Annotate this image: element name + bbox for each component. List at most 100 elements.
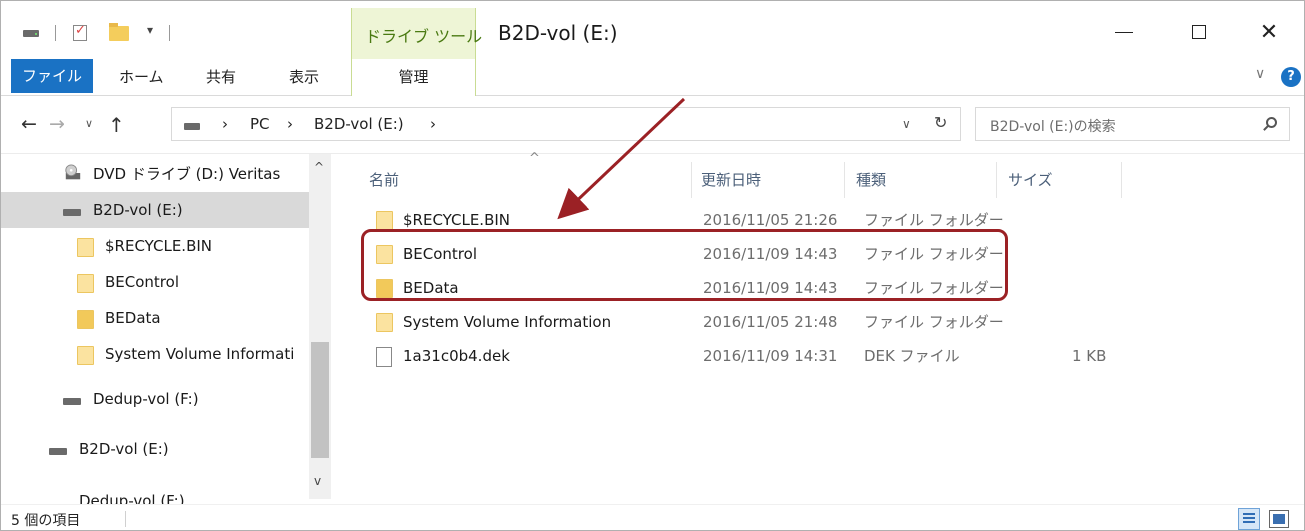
- tab-file[interactable]: ファイル: [11, 59, 93, 93]
- tab-home[interactable]: ホーム: [119, 59, 164, 95]
- separator: [125, 511, 126, 527]
- details-view-icon[interactable]: [1238, 508, 1260, 530]
- nav-item-label: $RECYCLE.BIN: [105, 237, 213, 255]
- table-row[interactable]: System Volume Information 2016/11/05 21:…: [356, 305, 1004, 339]
- column-divider[interactable]: [844, 162, 845, 198]
- tab-manage[interactable]: 管理: [351, 59, 476, 96]
- folder-icon: [77, 274, 94, 293]
- status-bar: 5 個の項目: [1, 504, 1304, 530]
- maximize-button[interactable]: [1176, 15, 1222, 49]
- properties-icon[interactable]: [73, 23, 87, 41]
- column-divider[interactable]: [1121, 162, 1122, 198]
- item-count: 5 個の項目: [11, 513, 81, 529]
- address-bar[interactable]: › PC › B2D-vol (E:) › ∨ ↻: [171, 107, 961, 141]
- column-divider[interactable]: [691, 162, 692, 198]
- tab-view[interactable]: 表示: [289, 59, 319, 95]
- nav-item-label: BEControl: [105, 273, 179, 291]
- navigation-pane: DVD ドライブ (D:) Veritas B2D-vol (E:) $RECY…: [1, 154, 331, 504]
- tab-share[interactable]: 共有: [206, 59, 236, 95]
- nav-item-label: Dedup-vol (F:): [93, 390, 199, 408]
- close-icon: ✕: [1259, 19, 1279, 45]
- nav-item-label: DVD ドライブ (D:) Veritas: [93, 165, 281, 183]
- column-header-type[interactable]: 種類: [856, 162, 886, 198]
- customize-quick-access-icon[interactable]: ▾: [147, 23, 153, 37]
- breadcrumb-separator[interactable]: ›: [430, 115, 436, 133]
- search-placeholder: B2D-vol (E:)の検索: [990, 119, 1116, 135]
- nav-item-b2d-vol-network[interactable]: B2D-vol (E:): [1, 431, 309, 467]
- maximize-icon: [1192, 25, 1206, 39]
- column-header-date[interactable]: 更新日時: [701, 162, 761, 198]
- nav-item-recycle-bin[interactable]: $RECYCLE.BIN: [1, 228, 309, 264]
- folder-icon: [77, 238, 94, 257]
- close-button[interactable]: ✕: [1246, 15, 1292, 49]
- drive-icon: [63, 398, 81, 405]
- window-title: B2D-vol (E:): [498, 21, 618, 45]
- nav-item-dedup-vol-network[interactable]: Dedup-vol (F:): [1, 481, 309, 504]
- up-arrow-icon[interactable]: ↑: [108, 113, 125, 137]
- scroll-thumb[interactable]: [311, 342, 329, 458]
- drive-tools-label: ドライブ ツール: [365, 27, 483, 46]
- table-row[interactable]: 1a31c0b4.dek 2016/11/09 14:31 DEK ファイル 1…: [356, 339, 1106, 373]
- column-header-name[interactable]: 名前: [369, 162, 399, 198]
- sort-ascending-icon: ^: [529, 151, 540, 166]
- scroll-up-icon[interactable]: ^: [314, 160, 324, 174]
- help-icon[interactable]: ?: [1281, 67, 1301, 87]
- nav-item-label: System Volume Informati: [105, 345, 295, 363]
- nav-item-dvd-drive[interactable]: DVD ドライブ (D:) Veritas: [1, 156, 309, 192]
- drive-icon: [63, 209, 81, 216]
- minimize-button[interactable]: [1101, 15, 1147, 49]
- drive-icon[interactable]: [23, 30, 39, 37]
- dvd-drive-icon: [65, 164, 81, 180]
- nav-item-label: B2D-vol (E:): [93, 201, 183, 219]
- file-icon: [376, 347, 392, 367]
- breadcrumb-pc[interactable]: PC: [250, 115, 270, 133]
- recent-locations-icon[interactable]: ∨: [85, 117, 93, 130]
- nav-item-dedup-vol[interactable]: Dedup-vol (F:): [1, 381, 309, 417]
- minimize-icon: [1115, 31, 1133, 33]
- file-list: ^ 名前 更新日時 種類 サイズ $RECYCLE.BIN 2016/11/05…: [336, 151, 1296, 504]
- new-folder-icon[interactable]: [109, 23, 129, 41]
- back-arrow-icon[interactable]: ←: [21, 113, 37, 135]
- drive-icon: [184, 123, 200, 130]
- scroll-down-icon[interactable]: v: [314, 474, 321, 488]
- nav-item-label: BEData: [105, 309, 161, 327]
- title-bar: ▾ ドライブ ツール B2D-vol (E:) ✕: [1, 1, 1304, 59]
- forward-arrow-icon[interactable]: →: [49, 113, 65, 135]
- file-name: System Volume Information: [403, 313, 612, 331]
- folder-icon: [376, 211, 393, 230]
- drive-icon: [49, 448, 67, 455]
- nav-item-label: Dedup-vol (F:): [79, 492, 185, 504]
- folder-icon: [77, 310, 94, 329]
- separator: [169, 25, 170, 41]
- file-date: 2016/11/09 14:31: [703, 347, 838, 365]
- expand-ribbon-icon[interactable]: ∨: [1255, 66, 1265, 82]
- file-type: ファイル フォルダー: [864, 313, 1004, 331]
- breadcrumb-separator[interactable]: ›: [222, 115, 228, 133]
- folder-icon: [77, 346, 94, 365]
- explorer-window: ▾ ドライブ ツール B2D-vol (E:) ✕ ファイル ホーム 共有 表示…: [0, 0, 1305, 531]
- nav-scrollbar[interactable]: ^ v: [309, 154, 331, 499]
- nav-item-b2d-vol[interactable]: B2D-vol (E:): [1, 192, 309, 228]
- breadcrumb-separator[interactable]: ›: [287, 115, 293, 133]
- highlight-box: [361, 229, 1008, 301]
- address-dropdown-icon[interactable]: ∨: [902, 117, 911, 131]
- ribbon-tabs: ファイル ホーム 共有 表示 管理 ∨ ?: [1, 59, 1304, 96]
- refresh-icon[interactable]: ↻: [934, 113, 947, 132]
- search-input[interactable]: B2D-vol (E:)の検索: [975, 107, 1290, 141]
- file-type: DEK ファイル: [864, 347, 960, 365]
- nav-item-label: B2D-vol (E:): [79, 440, 169, 458]
- nav-item-becontrol[interactable]: BEControl: [1, 264, 309, 300]
- large-icons-view-icon[interactable]: [1269, 510, 1289, 528]
- file-size: 1 KB: [1072, 347, 1107, 365]
- column-divider[interactable]: [996, 162, 997, 198]
- separator: [55, 25, 56, 41]
- nav-item-system-volume-information[interactable]: System Volume Informati: [1, 336, 309, 372]
- folder-icon: [376, 313, 393, 332]
- search-icon[interactable]: [1266, 117, 1277, 128]
- file-name: 1a31c0b4.dek: [403, 347, 510, 365]
- nav-item-bedata[interactable]: BEData: [1, 300, 309, 336]
- file-date: 2016/11/05 21:48: [703, 313, 838, 331]
- breadcrumb-b2d-vol[interactable]: B2D-vol (E:): [314, 115, 404, 133]
- column-header-size[interactable]: サイズ: [1008, 162, 1053, 198]
- address-row: ← → ∨ ↑ › PC › B2D-vol (E:) › ∨ ↻ B2D-vo…: [1, 96, 1304, 154]
